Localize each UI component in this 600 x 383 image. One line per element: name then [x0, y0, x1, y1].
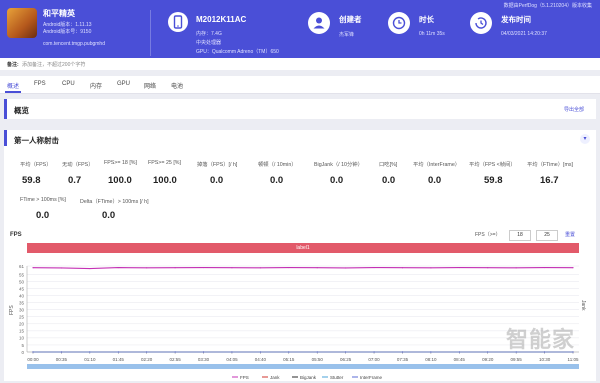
fps-panel-title: FPS — [10, 232, 22, 238]
header-divider — [150, 10, 151, 56]
fps-threshold-label: FPS（>=） — [475, 232, 501, 238]
clock-icon — [388, 12, 410, 34]
stat-label: 平均（FPS <帧间） — [469, 162, 516, 168]
tab-fps[interactable]: FPS — [34, 81, 46, 87]
export-all-link[interactable]: 导出全部 — [564, 106, 584, 113]
stat-label: 平均（FPS） — [20, 162, 52, 168]
tab-overview[interactable]: 概述 — [7, 81, 19, 90]
tab-network[interactable]: 网络 — [144, 81, 156, 90]
stat-label: 顿顿（/ 10min） — [258, 162, 297, 168]
creator-value: 杰军锋 — [339, 32, 355, 38]
stat-value: 0.7 — [68, 175, 82, 186]
app-version: Android版本：1.11.13 — [43, 22, 92, 28]
tab-bar: 概述 FPS CPU 内存 GPU 网络 电池 — [0, 76, 600, 94]
stat-label: 掉落（FPS）[/ h] — [197, 162, 238, 168]
stat-value: 0.0 — [102, 210, 116, 221]
chevron-down-icon[interactable]: ▾ — [580, 134, 590, 144]
stat-value: 0.0 — [428, 175, 442, 186]
stat-label: FPS>= 25 [%] — [148, 160, 181, 166]
version-info: 数据由PerfDog（5.1.210204）版本收集 — [503, 3, 592, 9]
stat-label: BigJank（/ 10分钟） — [314, 162, 363, 168]
watermark: 智能家 — [506, 327, 576, 352]
stat-value: 59.8 — [22, 175, 41, 186]
app-name: 和平精英 — [43, 9, 75, 18]
stat-label: 口吃[%] — [379, 162, 398, 168]
overview-title: 概览 — [14, 106, 29, 115]
tab-gpu[interactable]: GPU — [117, 81, 130, 87]
stat-label: 平均（FTime）[ms] — [527, 162, 574, 168]
note-bar[interactable]: 备注: 添加备注，不超过200个字符 — [0, 58, 600, 70]
stat-label: Delta（FTime）> 100ms [/ h] — [80, 199, 149, 205]
section-title: 第一人称射击 — [14, 136, 59, 145]
label-bar: label1 — [27, 243, 579, 253]
stat-label: 平均（InterFrame） — [413, 162, 461, 168]
history-icon — [470, 12, 492, 34]
reset-link[interactable]: 重置 — [565, 231, 575, 238]
duration-label: 时长 — [419, 15, 434, 24]
fps-threshold-2-input[interactable]: 25 — [536, 230, 558, 241]
note-input[interactable]: 添加备注，不超过200个字符 — [22, 61, 85, 68]
fps-threshold-1-input[interactable]: 18 — [509, 230, 531, 241]
user-icon — [308, 12, 330, 34]
stat-value: 100.0 — [108, 175, 132, 186]
active-tab-indicator — [5, 91, 21, 93]
device-cpu: 中央处理器 — [196, 40, 222, 46]
app-package: com.tencent.tmgp.pubgmhd — [43, 41, 105, 47]
stat-value: 0.0 — [270, 175, 284, 186]
phone-icon — [168, 12, 188, 32]
stat-label: FPS>= 18 [%] — [104, 160, 137, 166]
stat-value: 0.0 — [210, 175, 224, 186]
stat-label: 无动（FPS） — [62, 162, 94, 168]
stat-label: FTime > 100ms [%] — [20, 197, 66, 203]
creator-label: 创建者 — [339, 15, 362, 24]
card-accent — [4, 99, 7, 119]
device-gpu: GPU：Qualcomm Adreno（TM）650 — [196, 49, 279, 55]
overview-card: 概览 导出全部 — [4, 99, 596, 119]
app-icon — [7, 8, 37, 38]
tab-memory[interactable]: 内存 — [90, 81, 102, 90]
publish-value: 04/03/2021 14:20:37 — [501, 31, 547, 37]
stat-value: 0.0 — [36, 210, 50, 221]
note-label: 备注: — [7, 62, 19, 68]
stat-value: 16.7 — [540, 175, 559, 186]
stat-value: 0.0 — [382, 175, 396, 186]
stat-value: 59.8 — [484, 175, 503, 186]
tab-battery[interactable]: 电池 — [171, 81, 183, 90]
device-name: M2012K11AC — [196, 15, 247, 24]
device-ram: 内存：7.4G — [196, 31, 222, 37]
stat-value: 100.0 — [153, 175, 177, 186]
app-build: Android版本号：9150 — [43, 29, 92, 35]
stat-value: 0.0 — [330, 175, 344, 186]
duration-value: 0h 11m 35s — [419, 31, 445, 37]
card-accent — [4, 130, 7, 146]
publish-label: 发布时间 — [501, 15, 531, 24]
tab-cpu[interactable]: CPU — [62, 81, 75, 87]
